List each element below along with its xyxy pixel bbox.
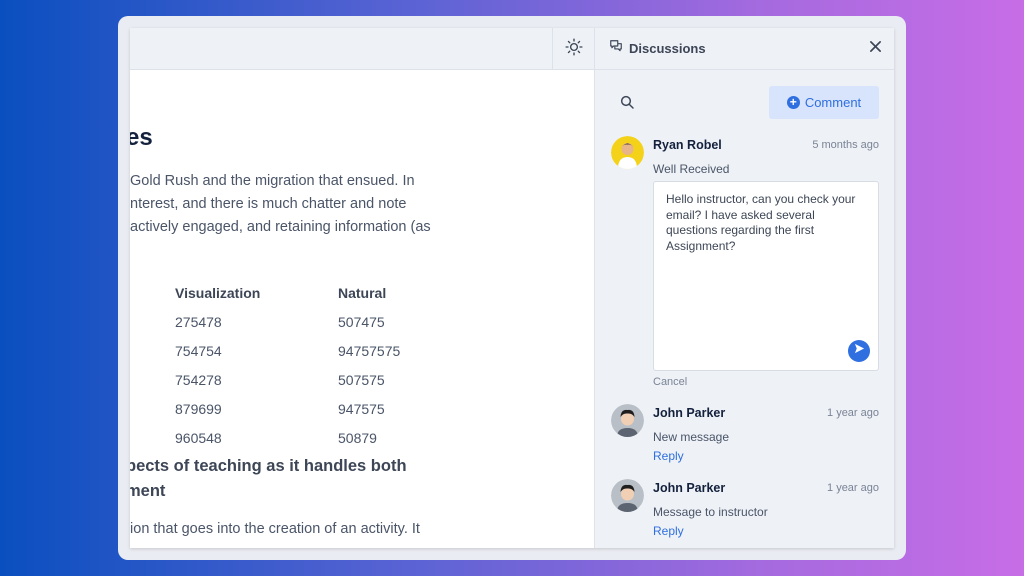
table-cell: 507475 — [338, 314, 385, 330]
avatar — [611, 404, 644, 437]
comment-time: 1 year ago — [827, 482, 879, 494]
subheading-line: ment — [130, 482, 166, 500]
table-cell: 754754 — [175, 343, 222, 359]
column-header: Visualization — [175, 285, 261, 301]
panel-header: Discussions — [595, 28, 894, 70]
lesson-content: es Gold Rush and the migration that ensu… — [130, 28, 594, 548]
comment-thread: John Parker 1 year ago Message to instru… — [611, 479, 879, 545]
comment-thread: John Parker 1 year ago New message Reply — [611, 404, 879, 470]
plus-icon: + — [786, 96, 800, 109]
comment-message: Message to instructor — [653, 505, 768, 519]
paragraph-line: actively engaged, and retaining informat… — [130, 219, 431, 235]
discussions-panel: Discussions + Comment Ryan Robel 5 month… — [594, 28, 894, 548]
content-topbar — [130, 28, 594, 70]
table-cell: 507575 — [338, 372, 385, 388]
close-button[interactable] — [866, 40, 884, 58]
avatar — [611, 479, 644, 512]
send-icon — [854, 343, 865, 359]
table-header-row: Visualization Natural — [175, 279, 478, 308]
body-paragraph: tion that goes into the creation of an a… — [130, 521, 420, 537]
reply-link[interactable]: Reply — [653, 449, 684, 463]
paragraph-line: nterest, and there is much chatter and n… — [130, 196, 407, 212]
theme-toggle-button[interactable] — [552, 28, 594, 70]
table-row: 879699 947575 — [175, 395, 478, 424]
table-cell: 275478 — [175, 314, 222, 330]
reply-text: Hello instructor, can you check your ema… — [666, 192, 856, 253]
avatar — [611, 136, 644, 169]
table-cell: 50879 — [338, 430, 377, 446]
table-row: 754754 94757575 — [175, 337, 478, 366]
cancel-button[interactable]: Cancel — [653, 376, 687, 388]
table-row: 275478 507475 — [175, 308, 478, 337]
sun-icon — [564, 37, 583, 61]
subsection-heading: pects of teaching as it handles both men… — [130, 454, 486, 504]
send-button[interactable] — [848, 340, 870, 362]
table-row: 960548 50879 — [175, 424, 478, 453]
comment-time: 5 months ago — [812, 139, 879, 151]
reply-link[interactable]: Reply — [653, 524, 684, 538]
table-cell: 960548 — [175, 430, 222, 446]
comment-time: 1 year ago — [827, 407, 879, 419]
comment-author: Ryan Robel — [653, 138, 722, 152]
comment-author: John Parker — [653, 406, 726, 420]
chat-bubbles-icon — [609, 39, 623, 58]
table-cell: 94757575 — [338, 343, 401, 359]
section-heading: es — [130, 124, 153, 151]
data-table: Visualization Natural 275478 507475 7547… — [175, 279, 478, 453]
comment-button-label: Comment — [804, 95, 862, 110]
add-comment-button[interactable]: + Comment — [769, 86, 879, 119]
table-cell: 879699 — [175, 401, 222, 417]
reply-textarea[interactable]: Hello instructor, can you check your ema… — [653, 181, 879, 371]
comment-thread: Ryan Robel 5 months ago Well Received He… — [611, 136, 879, 396]
intro-paragraph: Gold Rush and the migration that ensued.… — [130, 170, 490, 239]
subheading-line: pects of teaching as it handles both — [130, 457, 407, 475]
search-icon — [619, 95, 635, 114]
table-cell: 754278 — [175, 372, 222, 388]
comment-author: John Parker — [653, 481, 726, 495]
close-icon — [869, 40, 882, 58]
table-row: 754278 507575 — [175, 366, 478, 395]
table-cell: 947575 — [338, 401, 385, 417]
panel-title: Discussions — [629, 41, 706, 56]
search-button[interactable] — [619, 94, 635, 115]
panel-toolbar: + Comment — [595, 86, 894, 120]
comment-message: Well Received — [653, 162, 730, 176]
paragraph-line: Gold Rush and the migration that ensued.… — [130, 173, 415, 189]
comment-message: New message — [653, 430, 730, 444]
column-header: Natural — [338, 285, 387, 301]
app-window: es Gold Rush and the migration that ensu… — [130, 28, 894, 548]
